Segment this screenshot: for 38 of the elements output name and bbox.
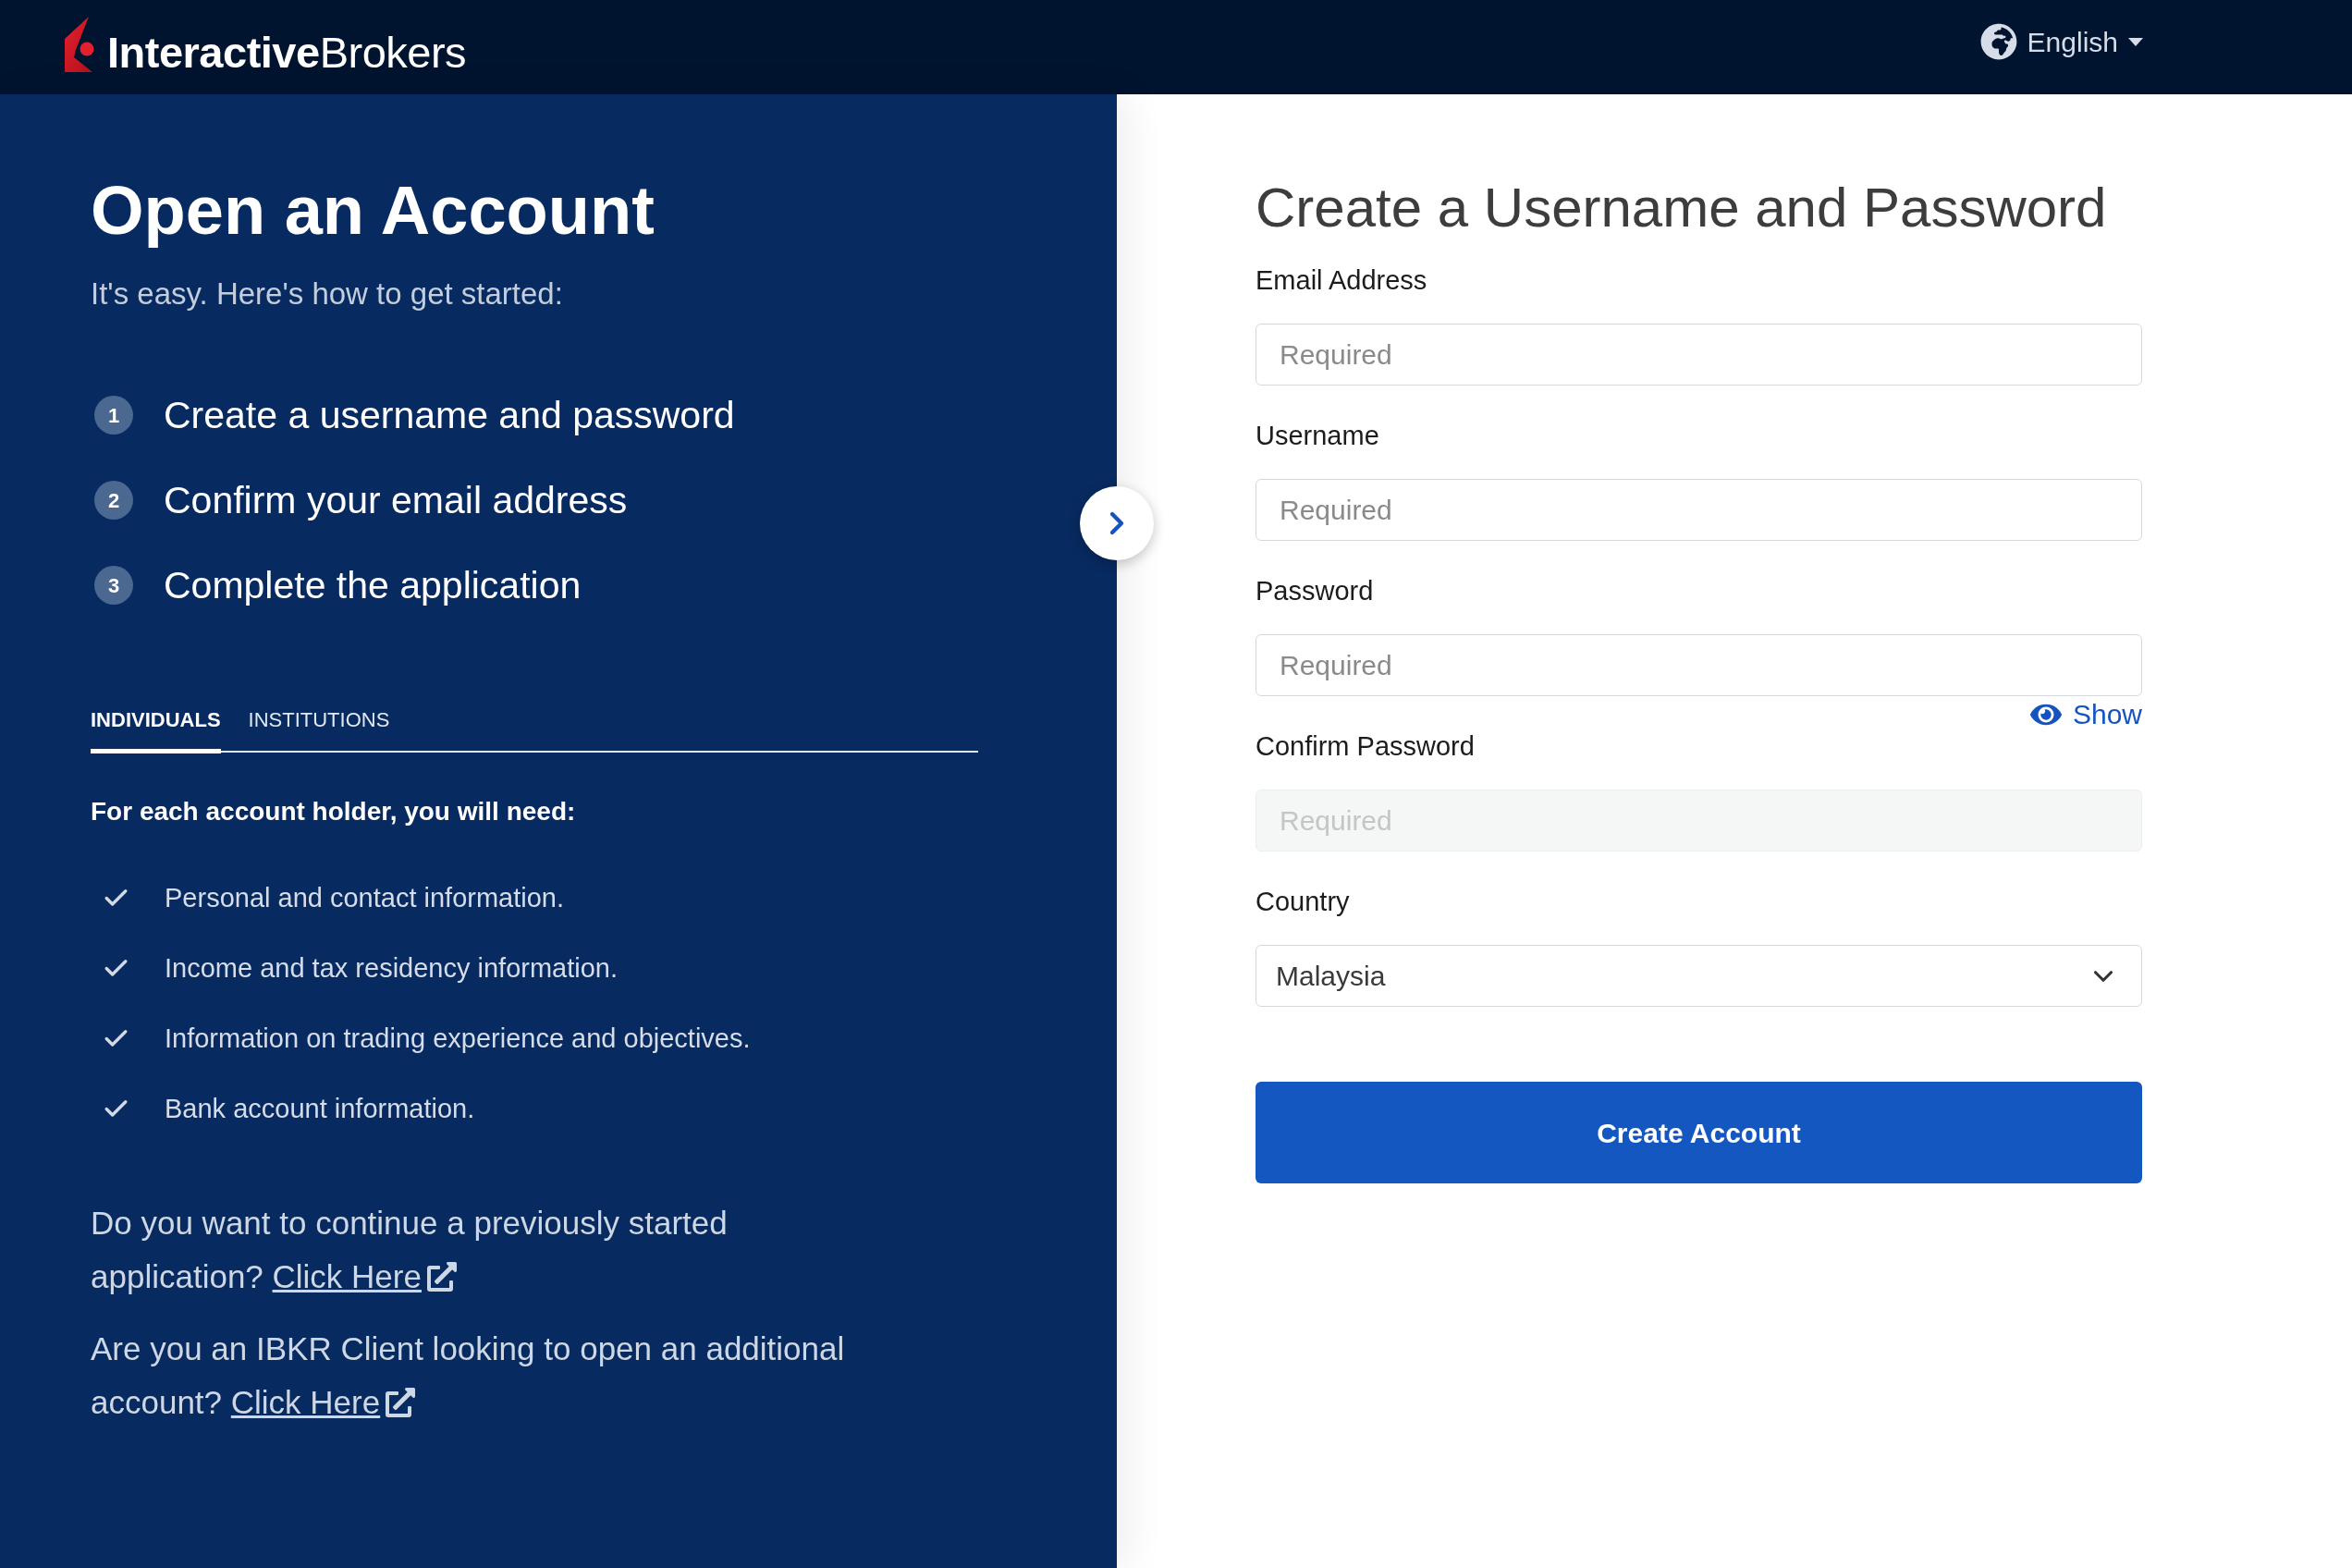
intro-subtitle: It's easy. Here's how to get started: xyxy=(91,276,563,312)
step-number: 2 xyxy=(94,481,133,520)
step-text: Create a username and password xyxy=(164,393,735,438)
step-number: 1 xyxy=(94,396,133,435)
field-label: Confirm Password xyxy=(1256,730,1475,763)
input-field[interactable]: Required xyxy=(1256,324,2142,386)
step-number: 3 xyxy=(94,566,133,605)
prompt-text: Are you an IBKR Client looking to open an additional account? Click Here xyxy=(91,1322,886,1429)
requirement-text: Personal and contact information. xyxy=(165,882,565,914)
form-title: Create a Username and Password xyxy=(1256,176,2107,240)
requirement-text: Bank account information. xyxy=(165,1093,475,1125)
field-label: Password xyxy=(1256,575,1374,607)
intro-title: Open an Account xyxy=(91,171,655,251)
language-selector[interactable]: English xyxy=(1979,20,2143,63)
field-label: Country xyxy=(1256,886,1350,918)
tab[interactable]: INDIVIDUALS xyxy=(91,707,221,753)
external-link-icon xyxy=(386,1388,416,1417)
click-here-link[interactable]: Click Here xyxy=(230,1376,416,1429)
create-account-button[interactable]: Create Account xyxy=(1256,1082,2142,1183)
step-text: Complete the application xyxy=(164,563,582,608)
input-field[interactable]: Required xyxy=(1256,634,2142,696)
caret-down-icon xyxy=(2128,37,2143,46)
country-select[interactable]: Malaysia xyxy=(1256,945,2142,1007)
field-label: Username xyxy=(1256,420,1379,452)
external-link-icon xyxy=(426,1262,457,1292)
tab[interactable]: INSTITUTIONS xyxy=(248,707,390,753)
logo-icon xyxy=(65,17,94,72)
step-text: Confirm your email address xyxy=(164,478,628,523)
requirement-text: Income and tax residency information. xyxy=(165,952,619,985)
globe-icon xyxy=(1979,23,2017,60)
brand-name: InteractiveBrokers xyxy=(107,31,467,74)
field-label: Email Address xyxy=(1256,264,1427,297)
click-here-link[interactable]: Click Here xyxy=(272,1250,457,1304)
requirements-heading: For each account holder, you will need: xyxy=(91,796,576,827)
show-password-toggle[interactable]: Show xyxy=(2029,700,2142,729)
input-field[interactable]: Required xyxy=(1256,479,2142,541)
prompt-text: Do you want to continue a previously started application? Click Here xyxy=(91,1196,886,1304)
requirement-text: Information on trading experience and objectives. xyxy=(165,1023,751,1055)
